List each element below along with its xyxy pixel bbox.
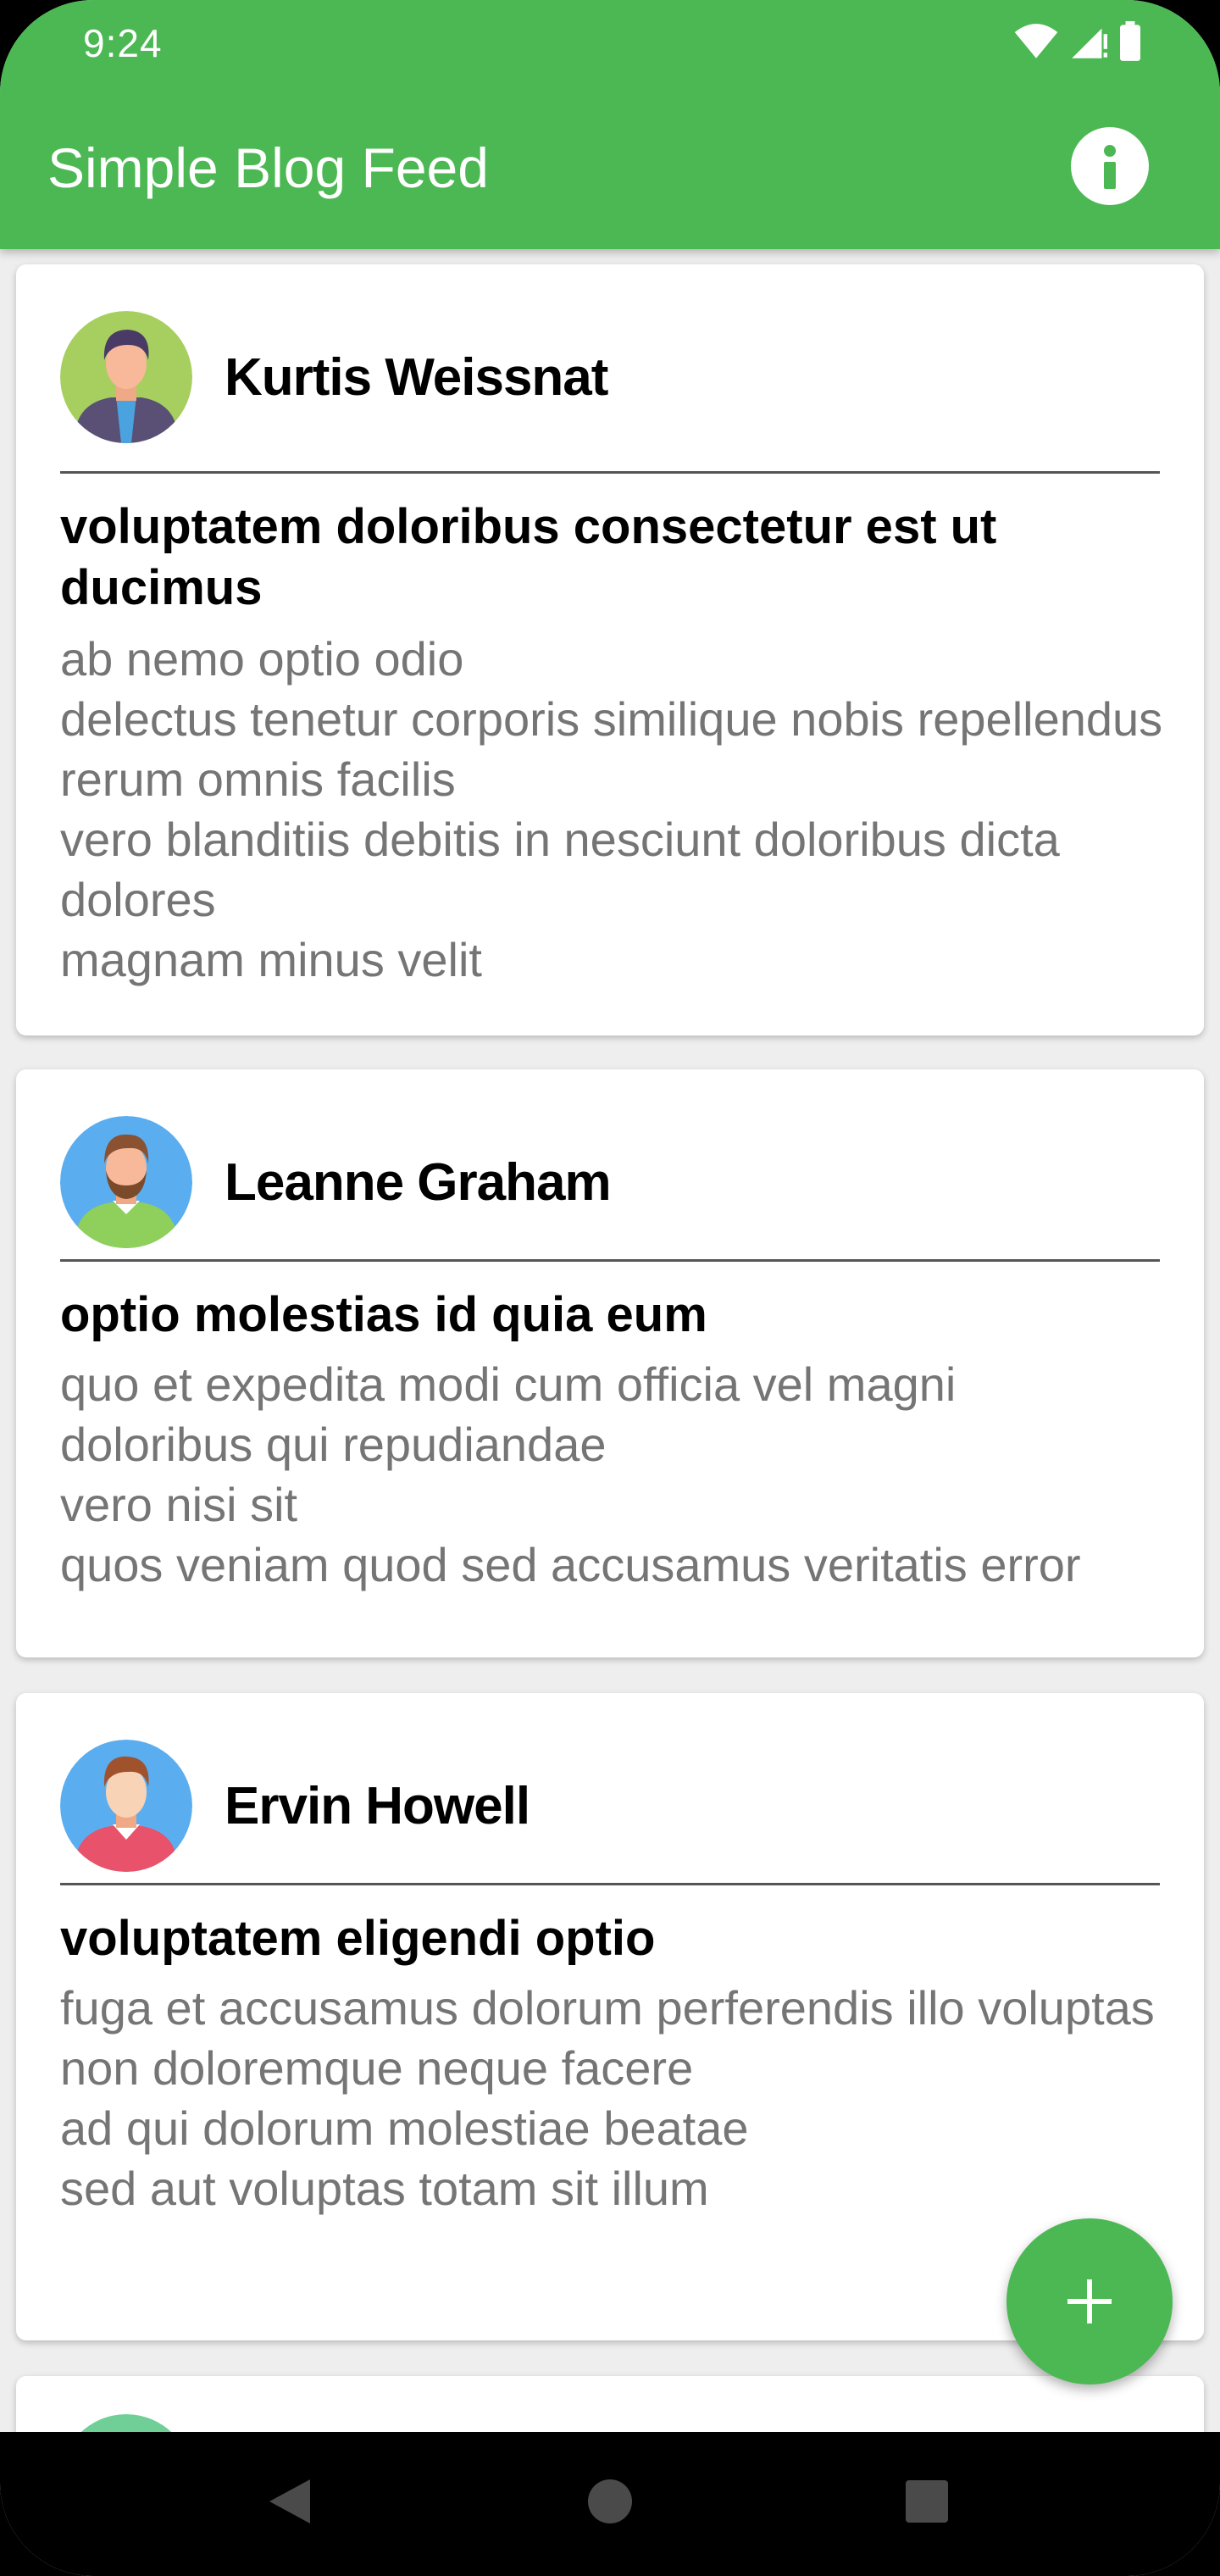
post-header: Leanne Graham: [60, 1113, 612, 1251]
post-body: quo et expedita modi cum officia vel mag…: [60, 1357, 1081, 1591]
add-post-button[interactable]: [1006, 2218, 1173, 2384]
home-button[interactable]: [576, 2468, 644, 2535]
post-card[interactable]: Leanne Graham optio molestias id quia eu…: [16, 1069, 1204, 1657]
post-feed[interactable]: Kurtis Weissnat voluptatem doloribus con…: [0, 249, 1220, 2432]
app-title: Simple Blog Feed: [47, 136, 489, 199]
divider: [60, 1883, 1160, 1885]
phone-screen: 9:24 Simple Blog Feed Kurtis Weissnat vo…: [0, 0, 1220, 2576]
app-bar: 9:24 Simple Blog Feed: [0, 0, 1220, 249]
bearded-man-avatar-blue: [60, 1116, 192, 1248]
plus-icon: [1068, 2279, 1112, 2323]
post-card[interactable]: Ervin Howell voluptatem eligendi optio f…: [16, 1693, 1204, 2340]
avatar-green: [80, 2414, 172, 2432]
post-body: fuga et accusamus dolorum perferendis il…: [60, 1981, 1155, 2215]
divider: [60, 1259, 1160, 1262]
post-title: optio molestias id quia eum: [60, 1287, 707, 1342]
back-icon: [269, 2479, 310, 2523]
wifi-icon: [1014, 24, 1058, 58]
recents-button[interactable]: [893, 2468, 961, 2535]
home-icon: [588, 2479, 632, 2523]
status-time: 9:24: [83, 21, 163, 65]
system-nav-bar: [0, 2432, 1220, 2576]
post-card[interactable]: [16, 2376, 1204, 2432]
divider: [60, 471, 1160, 474]
post-header: Ervin Howell: [60, 1737, 530, 1874]
status-icons: [1013, 20, 1142, 63]
author-avatar: [60, 1116, 192, 1248]
post-header: [60, 2414, 192, 2432]
man-avatar-green: [60, 311, 192, 443]
author-name: Kurtis Weissnat: [225, 347, 608, 407]
post-card[interactable]: Kurtis Weissnat voluptatem doloribus con…: [16, 264, 1204, 1035]
author-avatar: [60, 1740, 192, 1872]
author-avatar: [60, 311, 192, 443]
info-button[interactable]: [1071, 127, 1149, 205]
back-button[interactable]: [256, 2468, 324, 2535]
signal-icon: [1072, 28, 1107, 58]
author-name: Ervin Howell: [225, 1776, 530, 1835]
post-title: voluptatem eligendi optio: [60, 1911, 656, 1966]
info-icon: [1104, 145, 1116, 189]
recents-icon: [906, 2480, 948, 2523]
battery-icon: [1120, 21, 1140, 61]
post-header: Kurtis Weissnat: [60, 308, 608, 446]
author-name: Leanne Graham: [225, 1152, 612, 1212]
man-avatar-blue-red: [60, 1740, 192, 1872]
author-avatar: [60, 2414, 192, 2432]
post-title: voluptatem doloribus consectetur est ut …: [60, 499, 997, 615]
post-body: ab nemo optio odio delectus tenetur corp…: [60, 632, 1163, 986]
